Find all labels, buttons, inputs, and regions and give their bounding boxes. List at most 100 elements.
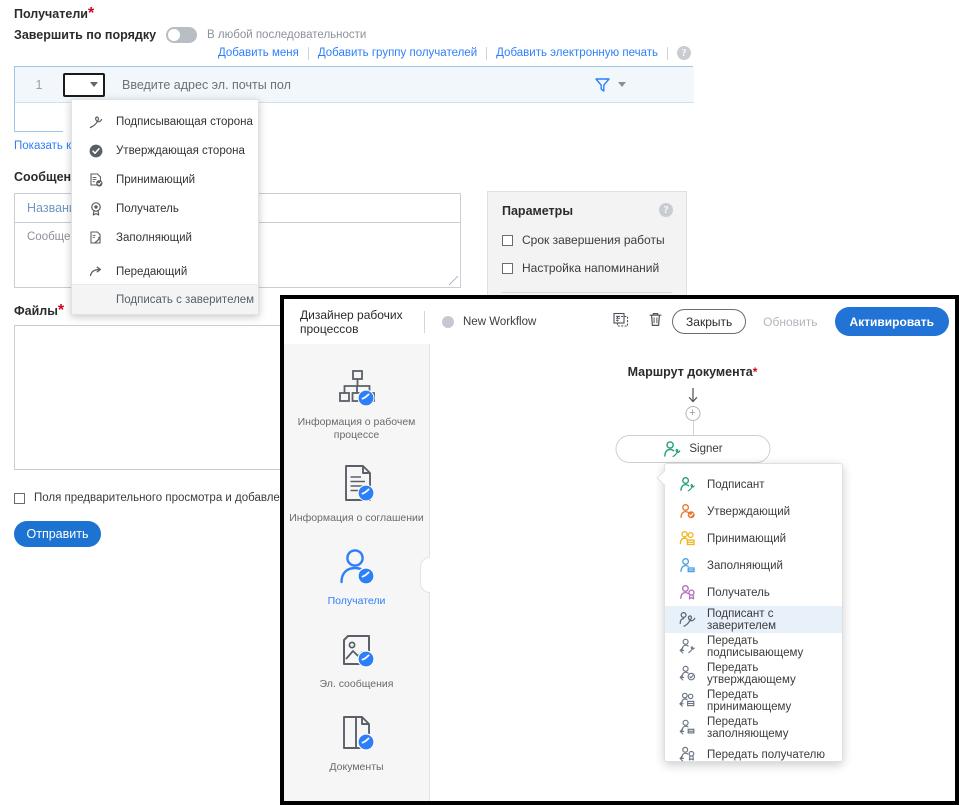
arrow-down-icon (688, 388, 697, 403)
signature-pen-icon (88, 114, 104, 130)
delegate-approver-icon (679, 665, 696, 682)
delegate-filler-icon (679, 719, 696, 736)
close-button[interactable]: Закрыть (672, 309, 747, 334)
workflow-designer-title: Дизайнер рабочих процессов (300, 307, 403, 336)
sidebar-item-emails[interactable]: Эл. сообщения (284, 628, 429, 691)
refresh-button: Обновить (763, 314, 818, 329)
role-option-sign-with-notary[interactable]: Подписать с заверителем (72, 284, 258, 314)
document-check-icon (88, 172, 104, 188)
help-icon[interactable]: ? (677, 46, 691, 60)
menu-item-label: Подписант с заверителем (707, 607, 777, 632)
recipient-email-input[interactable]: Введите адрес эл. почты пол (105, 78, 594, 92)
sidebar-item-label: Документы (329, 761, 384, 773)
parameters-title: Параметры (502, 204, 573, 218)
role-option-label: Принимающий (116, 173, 196, 186)
parameter-deadline[interactable]: Срок завершения работы (502, 233, 665, 247)
workflow-name: New Workflow (463, 315, 537, 328)
required-asterisk: * (752, 365, 758, 379)
parameter-reminders[interactable]: Настройка напоминаний (502, 261, 659, 275)
role-option-acceptor[interactable]: Принимающий (72, 165, 258, 194)
menu-item-approver[interactable]: Утверждающий (665, 498, 842, 525)
route-title-text: Маршрут документа (627, 365, 753, 379)
workflow-designer-window: Дизайнер рабочих процессов New Workflow … (280, 295, 959, 805)
signer-icon (664, 440, 681, 457)
role-option-filler[interactable]: Заполняющий (72, 223, 258, 252)
add-recipient-group-link[interactable]: Добавить группу получателей (318, 47, 477, 59)
trash-icon[interactable] (646, 310, 665, 334)
menu-item-receiver[interactable]: Получатель (665, 579, 842, 606)
role-option-delegator[interactable]: Передающий (72, 257, 258, 286)
preview-fields-checkbox-row[interactable]: Поля предварительного просмотра и добавл… (14, 492, 315, 504)
divider (667, 46, 668, 60)
check-circle-icon (88, 143, 104, 159)
recipients-label: Получатели (14, 7, 88, 21)
workflow-node-signer[interactable]: Signer (615, 435, 770, 463)
menu-item-label: Утверждающий (707, 505, 791, 518)
role-option-signer[interactable]: Подписывающая сторона (72, 107, 258, 136)
divider (502, 292, 672, 293)
menu-item-delegate-acceptor[interactable]: Передать принимающему (665, 687, 842, 714)
role-option-label: Утверждающая сторона (116, 144, 245, 157)
duplicate-icon[interactable] (612, 310, 631, 334)
acceptor-icon (679, 530, 696, 547)
files-section-title: Файлы* (14, 302, 64, 320)
signer-with-notary-icon (679, 611, 696, 628)
chevron-down-icon (90, 82, 98, 87)
parameters-card: Параметры ? Срок завершения работы Настр… (487, 191, 687, 301)
help-icon[interactable]: ? (659, 203, 673, 217)
menu-item-signer-with-notary[interactable]: Подписант с заверителем (665, 606, 842, 633)
recipient-role-dropdown[interactable]: Подписывающая сторона Утверждающая сторо… (71, 99, 259, 315)
completion-order-toggle[interactable] (166, 27, 198, 43)
sidebar-item-recipients[interactable]: Получатели (284, 545, 429, 608)
menu-item-signer[interactable]: Подписант (665, 471, 842, 498)
add-me-link[interactable]: Добавить меня (218, 47, 299, 59)
completion-order-hint: В любой последовательности (207, 29, 367, 41)
recipient-role-select[interactable] (63, 72, 105, 97)
role-option-approver[interactable]: Утверждающая сторона (72, 136, 258, 165)
menu-item-acceptor[interactable]: Принимающий (665, 525, 842, 552)
sidebar-item-agreement-info[interactable]: Информация о соглашении (284, 462, 429, 525)
sidebar-item-label: Информация о рабочем процессе (297, 416, 416, 441)
completion-order-label: Завершить по порядку (14, 28, 157, 42)
show-cc-link[interactable]: Показать ко (14, 140, 78, 152)
seal-award-icon (88, 201, 104, 217)
files-label: Файлы (14, 304, 58, 318)
menu-item-form-filler[interactable]: Заполняющий (665, 552, 842, 579)
sidebar-item-documents[interactable]: Документы (284, 711, 429, 774)
menu-item-delegate-receiver[interactable]: Передать получателю (665, 741, 842, 768)
submit-button[interactable]: Отправить (14, 521, 101, 547)
page-title: Получатели* (14, 5, 94, 23)
add-electronic-seal-link[interactable]: Добавить электронную печать (496, 47, 658, 59)
agreement-doc-icon (344, 465, 374, 502)
menu-item-delegate-approver[interactable]: Передать утверждающему (665, 660, 842, 687)
checkbox-icon[interactable] (502, 234, 513, 246)
resize-handle-icon[interactable] (449, 276, 458, 285)
receiver-icon (679, 584, 696, 601)
workflow-canvas: Маршрут документа* + Signer + (430, 344, 955, 801)
role-option-label: Подписывающая сторона (116, 115, 253, 128)
divider (486, 46, 488, 60)
required-asterisk: * (57, 302, 65, 319)
checkbox-icon[interactable] (502, 262, 513, 274)
workflow-step-type-menu[interactable]: Подписант Утверждающий Принимающий Запол… (656, 463, 843, 762)
recipient-index: 1 (35, 77, 43, 92)
add-step-button-top[interactable]: + (685, 406, 700, 421)
recipient-options[interactable] (594, 77, 694, 93)
menu-item-delegate-filler[interactable]: Передать заполняющему (665, 714, 842, 741)
delegate-receiver-icon (679, 746, 696, 763)
menu-item-label: Получатель (707, 586, 770, 599)
parameter-label: Настройка напоминаний (522, 261, 660, 275)
email-image-icon (342, 635, 375, 668)
activate-button[interactable]: Активировать (834, 307, 949, 336)
sidebar-item-label: Информация о соглашении (289, 512, 424, 524)
checkbox-icon[interactable] (14, 492, 25, 504)
sidebar-collapse-handle[interactable] (420, 557, 430, 593)
chevron-down-icon (618, 82, 626, 87)
sidebar-item-workflow-info[interactable]: Информация о рабочем процессе (284, 366, 429, 442)
workflow-header-actions: Закрыть Обновить Активировать (566, 307, 949, 336)
role-option-receiver[interactable]: Получатель (72, 194, 258, 223)
role-option-label: Передающий (116, 265, 188, 278)
message-body-placeholder: Сообщен (27, 231, 77, 243)
menu-item-delegate-signer[interactable]: Передать подписывающему (665, 633, 842, 660)
recipient-action-links: Добавить меня Добавить группу получателе… (218, 46, 691, 60)
